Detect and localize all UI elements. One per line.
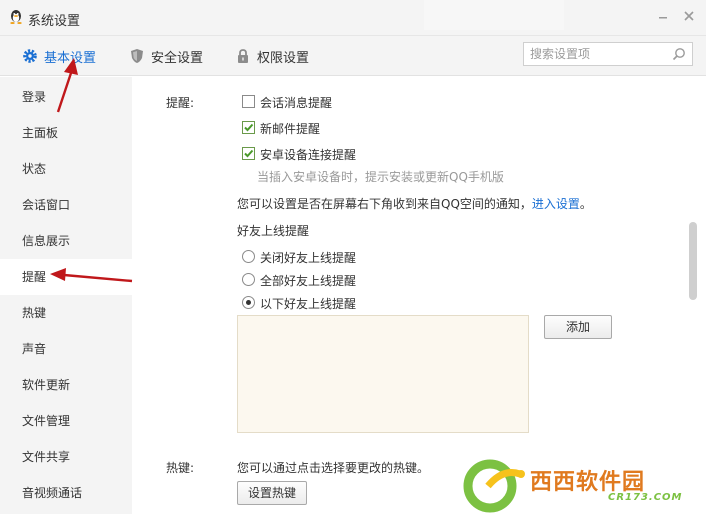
sidebar-item-hotkey[interactable]: 热键 bbox=[0, 295, 132, 331]
sidebar-item-av-call[interactable]: 音视频通话 bbox=[0, 475, 132, 511]
minimize-icon[interactable] bbox=[655, 8, 671, 24]
qzone-notice-period: 。 bbox=[579, 197, 592, 211]
sidebar-item-label: 声音 bbox=[22, 342, 47, 356]
sidebar-item-label: 文件管理 bbox=[22, 414, 71, 428]
add-friend-button[interactable]: 添加 bbox=[544, 315, 612, 339]
new-mail-reminder-checkbox[interactable] bbox=[242, 121, 255, 134]
disable-friend-online-radio[interactable] bbox=[242, 250, 255, 263]
android-connect-reminder-label: 安卓设备连接提醒 bbox=[260, 148, 357, 162]
qzone-notice-text: 您可以设置是否在屏幕右下角收到来自QQ空间的通知， bbox=[237, 197, 532, 211]
close-icon[interactable] bbox=[681, 8, 697, 24]
sidebar-item-file-management[interactable]: 文件管理 bbox=[0, 403, 132, 439]
new-mail-reminder-label: 新邮件提醒 bbox=[260, 122, 321, 136]
qq-penguin-icon bbox=[10, 10, 22, 24]
sidebar-item-file-sharing[interactable]: 文件共享 bbox=[0, 439, 132, 475]
watermark: 西西软件园 CR173.COM bbox=[458, 456, 706, 514]
gear-icon bbox=[23, 49, 37, 63]
tab-label: 安全设置 bbox=[151, 50, 204, 66]
sidebar-item-label: 会话窗口 bbox=[22, 198, 71, 212]
sidebar-item-label: 登录 bbox=[22, 90, 47, 104]
check-icon bbox=[244, 149, 254, 158]
watermark-url: CR173.COM bbox=[608, 492, 683, 503]
sidebar-item-label: 热键 bbox=[22, 306, 47, 320]
tab-permission-settings[interactable]: 权限设置 bbox=[235, 46, 309, 66]
check-icon bbox=[244, 123, 254, 132]
selected-friend-online-radio[interactable] bbox=[242, 296, 255, 309]
sidebar: 登录 主面板 状态 会话窗口 信息展示 提醒 热键 声音 软件更新 文件管理 文… bbox=[0, 77, 132, 514]
title-bar: 系统设置 bbox=[0, 0, 706, 36]
all-friend-online-radio[interactable] bbox=[242, 273, 255, 286]
search-input[interactable] bbox=[524, 43, 670, 65]
search-icon[interactable] bbox=[672, 47, 686, 61]
chat-message-reminder-checkbox[interactable] bbox=[242, 95, 255, 108]
tab-security-settings[interactable]: 安全设置 bbox=[129, 46, 203, 66]
sidebar-item-label: 提醒 bbox=[22, 270, 47, 284]
sidebar-item-sound[interactable]: 声音 bbox=[0, 331, 132, 367]
sidebar-item-main-panel[interactable]: 主面板 bbox=[0, 115, 132, 151]
sidebar-item-chat-window[interactable]: 会话窗口 bbox=[0, 187, 132, 223]
annotation-arrow-icon bbox=[56, 58, 78, 113]
sidebar-item-info-display[interactable]: 信息展示 bbox=[0, 223, 132, 259]
android-hint: 当插入安卓设备时，提示安装或更新QQ手机版 bbox=[257, 170, 504, 184]
friend-list-box[interactable] bbox=[237, 315, 529, 433]
disable-friend-online-label: 关闭好友上线提醒 bbox=[260, 251, 357, 265]
sidebar-item-label: 信息展示 bbox=[22, 234, 71, 248]
tab-label: 权限设置 bbox=[257, 50, 310, 66]
hotkey-description: 您可以通过点击选择要更改的热键。 bbox=[237, 461, 430, 475]
search-box[interactable] bbox=[523, 42, 693, 66]
sidebar-item-label: 主面板 bbox=[22, 126, 59, 140]
friend-online-title: 好友上线提醒 bbox=[237, 224, 310, 238]
window-title: 系统设置 bbox=[28, 14, 81, 29]
sidebar-item-label: 音视频通话 bbox=[22, 486, 83, 500]
enter-settings-link[interactable]: 进入设置 bbox=[532, 197, 580, 211]
sidebar-item-software-update[interactable]: 软件更新 bbox=[0, 367, 132, 403]
chat-message-reminder-label: 会话消息提醒 bbox=[260, 96, 333, 110]
blurred-area bbox=[424, 0, 564, 30]
annotation-arrow-icon bbox=[50, 268, 133, 283]
sidebar-item-label: 软件更新 bbox=[22, 378, 71, 392]
sidebar-item-label: 状态 bbox=[22, 162, 47, 176]
set-hotkey-button[interactable]: 设置热键 bbox=[237, 481, 307, 505]
all-friend-online-label: 全部好友上线提醒 bbox=[260, 274, 357, 288]
shield-icon bbox=[131, 49, 143, 63]
selected-friend-online-label: 以下好友上线提醒 bbox=[260, 297, 357, 311]
qzone-notice: 您可以设置是否在屏幕右下角收到来自QQ空间的通知，进入设置。 bbox=[237, 195, 592, 212]
sidebar-item-label: 文件共享 bbox=[22, 450, 71, 464]
reminder-section-label: 提醒: bbox=[166, 96, 195, 110]
android-connect-reminder-checkbox[interactable] bbox=[242, 147, 255, 160]
hotkey-section-label: 热键: bbox=[166, 461, 195, 475]
lock-icon bbox=[238, 49, 248, 63]
sidebar-item-status[interactable]: 状态 bbox=[0, 151, 132, 187]
settings-content: 提醒: 会话消息提醒 新邮件提醒 安卓设备连接提醒 当插入安卓设备时，提示安装或… bbox=[132, 77, 706, 514]
scrollbar-thumb[interactable] bbox=[689, 222, 697, 300]
